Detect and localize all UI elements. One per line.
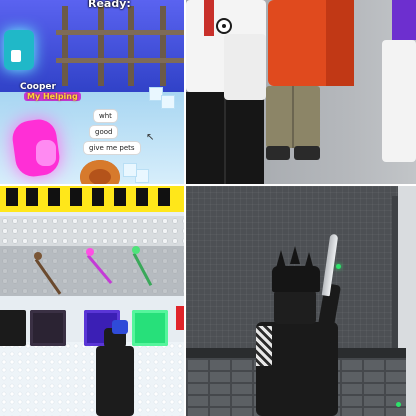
green-pedestal: [132, 310, 168, 346]
chat-bubble: give me pets: [84, 142, 140, 154]
egg-screen: [11, 50, 21, 62]
player-avatar-hair: [112, 320, 128, 334]
chat-bubble: wht: [94, 110, 117, 122]
sign-letter: [48, 188, 60, 206]
fence-post: [160, 6, 166, 86]
arrow-tip: [34, 252, 42, 260]
hat-spike: [290, 246, 300, 264]
arrow-tip: [132, 246, 140, 254]
red-pedestal-edge: [176, 306, 184, 330]
sign-letter: [158, 188, 170, 206]
ice-block: [124, 164, 136, 176]
avatar-white-arm: [224, 34, 266, 100]
fence-post: [128, 6, 134, 86]
hat-spike: [304, 252, 314, 270]
screenshot-grid: Ready: Cooper My Helping wht good give m…: [0, 0, 416, 416]
red-shirt-shade: [326, 0, 354, 86]
glow-dot: [336, 264, 341, 269]
ready-banner: Ready:: [88, 0, 131, 10]
avatar-head: [274, 290, 316, 324]
purple-sleeve: [392, 0, 416, 40]
player-name-tag: Cooper: [20, 82, 56, 92]
panel-avatars-closeup: [186, 0, 416, 184]
avatar-shoe: [266, 146, 290, 160]
pet-highlight: [36, 140, 56, 166]
player-subtitle-tag: My Helping: [24, 92, 81, 101]
sign-letter: [6, 188, 18, 206]
black-pedestal: [0, 310, 26, 346]
panel-dark-avatar: [186, 186, 416, 416]
sign-letter: [92, 188, 104, 206]
fence-post: [62, 6, 68, 86]
glow-dot: [396, 402, 401, 407]
avatar-shoe: [294, 146, 320, 160]
ice-block: [162, 96, 174, 108]
sign-letter: [70, 188, 82, 206]
arrow-tip: [86, 248, 94, 256]
fence-rail: [56, 58, 184, 63]
ice-block: [136, 170, 148, 182]
leg-divider: [224, 92, 226, 184]
ice-block: [150, 88, 162, 100]
fence-rail: [56, 30, 184, 35]
plaid-sleeve: [256, 326, 272, 366]
red-strap: [204, 0, 214, 36]
panel-weapon-shop: [0, 186, 184, 416]
panel-pet-lobby: Ready: Cooper My Helping wht good give m…: [0, 0, 184, 184]
hat-spike: [276, 250, 286, 268]
cursor-icon: ↖: [146, 132, 155, 143]
badge-dot: [222, 24, 226, 28]
player-avatar: [96, 346, 134, 416]
sign-letter: [114, 188, 126, 206]
studded-floor: [0, 342, 184, 416]
sign-letter: [26, 188, 38, 206]
white-avatar-edge: [382, 40, 416, 162]
obsidian-pedestal: [30, 310, 66, 346]
chat-bubble: good: [90, 126, 118, 138]
sign-letter: [136, 188, 148, 206]
leg-divider: [292, 86, 294, 148]
fence-post: [98, 6, 104, 86]
